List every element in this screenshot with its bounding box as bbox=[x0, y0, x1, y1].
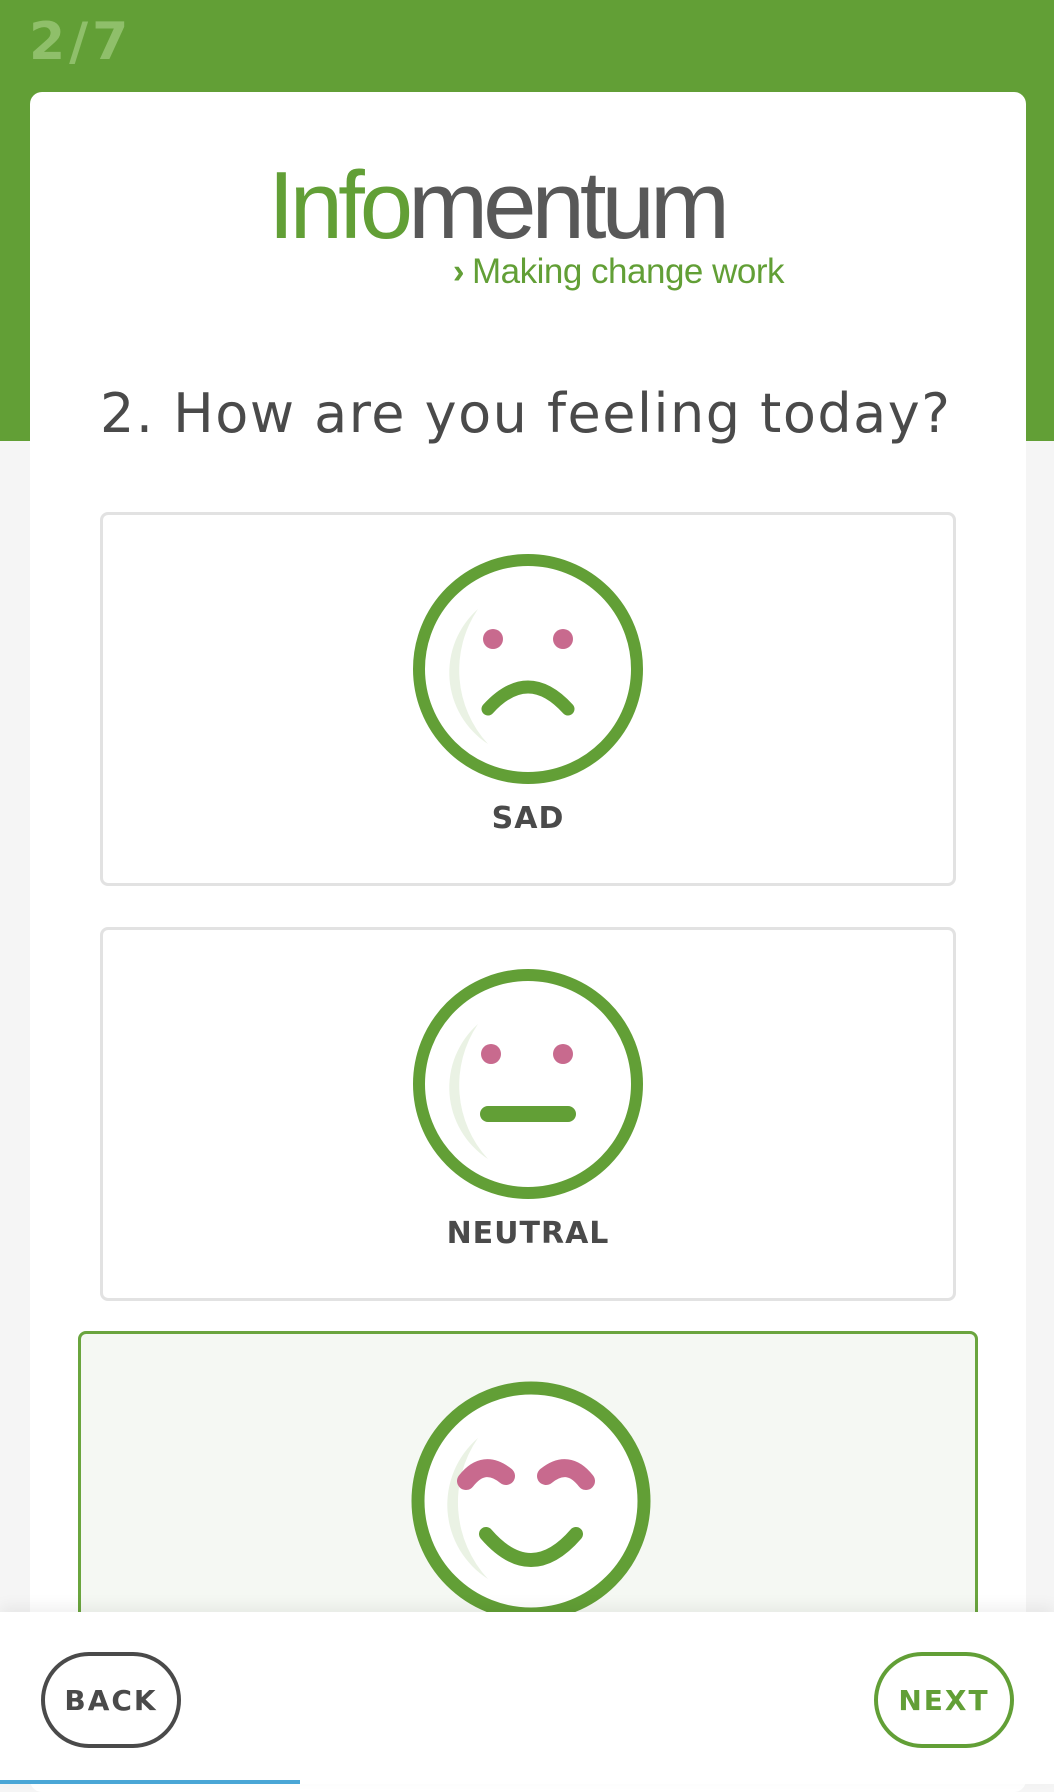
next-button[interactable]: NEXT bbox=[874, 1652, 1014, 1748]
chevron-right-icon: › bbox=[452, 252, 465, 291]
brand-logo: Infomentum › Making change work bbox=[268, 158, 788, 298]
logo-wordmark: Infomentum bbox=[268, 152, 730, 259]
back-button[interactable]: BACK bbox=[41, 1652, 181, 1748]
option-label: SAD bbox=[491, 801, 565, 836]
option-sad[interactable]: SAD bbox=[100, 512, 956, 886]
happy-face-icon bbox=[411, 1381, 651, 1621]
progress-indicator: 2/7 bbox=[29, 12, 133, 72]
neutral-face-icon bbox=[413, 969, 643, 1199]
option-neutral[interactable]: NEUTRAL bbox=[100, 927, 956, 1301]
question-title: 2. How are you feeling today? bbox=[100, 382, 952, 445]
logo-tagline: › Making change work bbox=[452, 252, 785, 291]
progress-bar bbox=[0, 1780, 300, 1784]
sad-face-icon bbox=[413, 554, 643, 784]
option-label: NEUTRAL bbox=[446, 1216, 610, 1251]
bottom-navigation-bar: BACK NEXT bbox=[0, 1612, 1054, 1784]
